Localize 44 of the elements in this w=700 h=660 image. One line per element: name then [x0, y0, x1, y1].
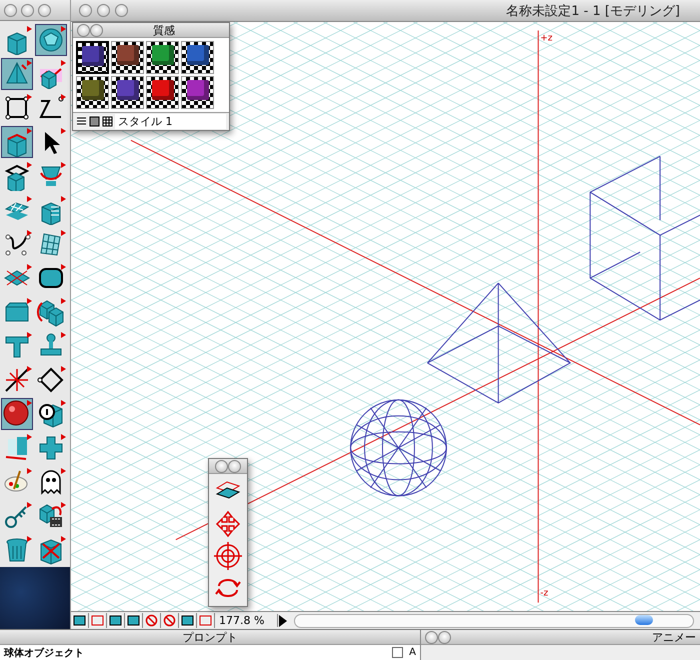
window-control[interactable] [21, 4, 34, 16]
window-control[interactable] [438, 630, 451, 644]
diamond-icon [36, 365, 66, 395]
window-control[interactable] [79, 4, 92, 17]
checkbox[interactable] [392, 647, 404, 658]
play-icon[interactable] [278, 614, 288, 627]
target-icon[interactable] [214, 542, 242, 570]
window-control[interactable] [38, 4, 51, 16]
material-swatch[interactable] [181, 41, 214, 74]
desktop-background [0, 567, 70, 630]
window-control[interactable] [90, 24, 103, 36]
prohibited-icon[interactable] [161, 613, 179, 628]
four-way-arrow-icon[interactable] [214, 510, 242, 538]
grid-view-icon[interactable] [102, 116, 113, 127]
material-swatch[interactable] [76, 41, 109, 74]
panel-title: アニメー [652, 630, 696, 645]
tool-button[interactable] [1, 398, 33, 430]
material-swatch[interactable] [111, 76, 144, 109]
material-swatch[interactable] [146, 41, 179, 74]
window-control[interactable] [228, 460, 241, 472]
panel-title: プロンプト [182, 630, 238, 645]
window-control[interactable] [77, 24, 90, 36]
horizontal-scrollbar[interactable] [294, 614, 694, 628]
tool-button[interactable] [35, 24, 67, 56]
zoom-level: 177.8 % [215, 614, 278, 628]
window-control[interactable] [215, 460, 228, 472]
window-control[interactable] [97, 4, 110, 17]
material-swatch[interactable] [76, 76, 109, 109]
preview-icon[interactable] [89, 116, 100, 127]
list-view-icon[interactable] [76, 116, 87, 127]
checkbox-label: A [409, 647, 416, 658]
axis-label: +z [540, 33, 552, 44]
material-swatch[interactable] [111, 41, 144, 74]
panel-title: 質感 [153, 22, 175, 38]
window-control[interactable] [425, 630, 438, 644]
material-swatch[interactable] [181, 76, 214, 109]
prompt-message: 球体オブジェクト [4, 646, 85, 660]
prohibited-icon[interactable] [143, 613, 161, 628]
material-swatch[interactable] [146, 76, 179, 109]
style-name: スタイル 1 [115, 114, 226, 129]
axis-label: -z [540, 588, 548, 599]
window-title: 名称未設定1 - 1 [モデリング] [506, 2, 680, 20]
window-control[interactable] [4, 4, 17, 16]
window-control[interactable] [115, 4, 128, 17]
